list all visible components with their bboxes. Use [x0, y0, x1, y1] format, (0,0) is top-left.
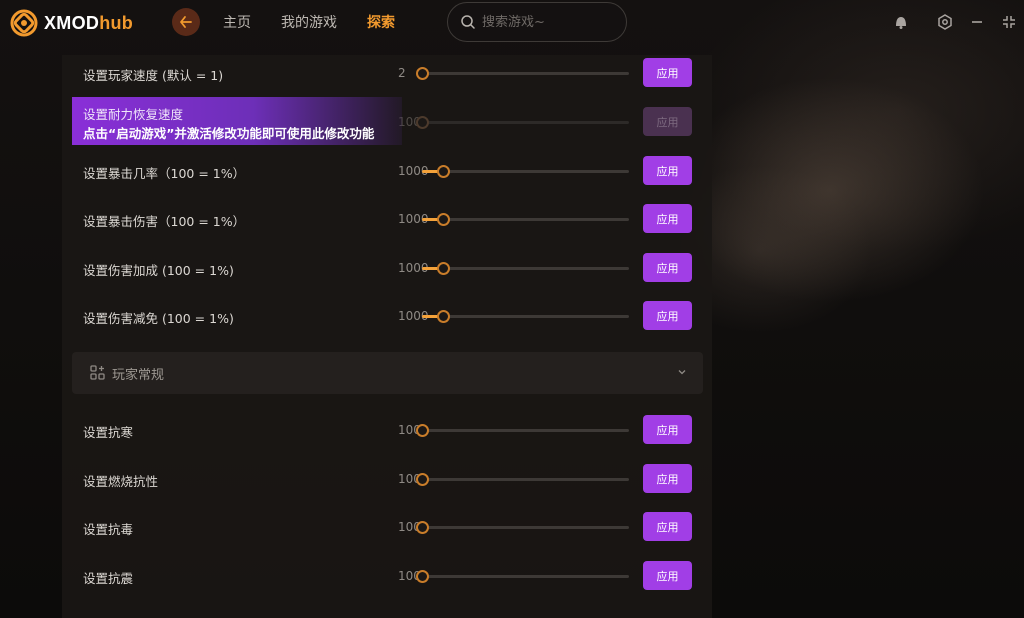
slider-thumb[interactable]	[416, 521, 429, 534]
xmodhub-logo-icon	[10, 9, 38, 37]
option-label: 设置抗震	[83, 571, 134, 586]
slider-thumb[interactable]	[416, 116, 429, 129]
nav-home[interactable]: 主页	[223, 12, 251, 32]
search-box[interactable]	[447, 2, 627, 42]
option-label: 设置玩家速度 (默认 = 1)	[83, 68, 224, 83]
top-bar: XMODhub 主页 我的游戏 探索	[0, 0, 1024, 50]
settings-hex-icon[interactable]	[937, 14, 953, 30]
option-row-crit-damage: 设置暴击伤害（100 = 1%） 1000 应用	[62, 201, 712, 245]
back-button[interactable]	[172, 8, 200, 36]
app-name: XMODhub	[44, 12, 134, 33]
option-value: 1000	[398, 212, 429, 226]
nav-explore[interactable]: 探索	[367, 12, 395, 32]
tooltip-message: 点击“启动游戏”并激活修改功能即可使用此修改功能	[83, 126, 375, 141]
apply-button[interactable]: 应用	[643, 156, 692, 185]
option-slider[interactable]	[422, 165, 629, 178]
apply-button[interactable]: 应用	[643, 512, 692, 541]
option-row-shock-resist: 设置抗震 100 应用	[62, 553, 712, 597]
option-row-burn-resist: 设置燃烧抗性 100 应用	[62, 456, 712, 500]
grid-plus-icon	[90, 365, 105, 380]
search-icon	[461, 15, 475, 29]
option-row-crit-chance: 设置暴击几率（100 = 1%） 1000 应用	[62, 153, 712, 197]
chevron-down-icon	[678, 370, 686, 375]
option-slider[interactable]	[416, 67, 629, 80]
apply-button[interactable]: 应用	[643, 301, 692, 330]
option-label: 设置暴击伤害（100 = 1%）	[83, 214, 246, 229]
slider-thumb[interactable]	[436, 165, 450, 178]
app-logo[interactable]: XMODhub	[10, 9, 133, 37]
slider-thumb[interactable]	[416, 424, 429, 437]
option-label: 设置暴击几率（100 = 1%）	[83, 166, 246, 181]
option-value: 1000	[398, 261, 429, 275]
option-row-poison-resist: 设置抗毒 100 应用	[62, 504, 712, 548]
section-header-player-general[interactable]: 玩家常规	[72, 352, 703, 394]
apply-button[interactable]: 应用	[643, 58, 692, 87]
option-label: 设置抗寒	[83, 425, 134, 440]
slider-thumb[interactable]	[416, 473, 429, 486]
apply-button[interactable]: 应用	[643, 464, 692, 493]
option-label: 设置伤害减免 (100 = 1%)	[83, 311, 234, 326]
slider-thumb[interactable]	[436, 310, 450, 323]
fullscreen-icon[interactable]	[1001, 14, 1017, 30]
option-label: 设置抗毒	[83, 522, 134, 537]
activation-hint-tooltip: 设置耐力恢复速度 点击“启动游戏”并激活修改功能即可使用此修改功能	[72, 97, 402, 145]
option-slider[interactable]	[422, 310, 629, 323]
slider-thumb[interactable]	[436, 213, 450, 226]
apply-button[interactable]: 应用	[643, 107, 692, 136]
option-slider[interactable]	[416, 116, 629, 129]
option-value: 1000	[398, 309, 429, 323]
apply-button[interactable]: 应用	[643, 253, 692, 282]
option-slider[interactable]	[416, 424, 629, 437]
back-arrow-icon	[180, 16, 192, 28]
option-slider[interactable]	[422, 262, 629, 275]
option-value: 1000	[398, 164, 429, 178]
minimize-icon[interactable]	[969, 14, 985, 30]
option-row-cold-resist: 设置抗寒 100 应用	[62, 407, 712, 451]
notification-bell-icon[interactable]	[893, 14, 909, 30]
tooltip-title: 设置耐力恢复速度	[83, 107, 184, 122]
apply-button[interactable]: 应用	[643, 415, 692, 444]
slider-thumb[interactable]	[436, 262, 450, 275]
option-slider[interactable]	[416, 473, 629, 486]
slider-thumb[interactable]	[416, 67, 429, 80]
option-slider[interactable]	[416, 521, 629, 534]
apply-button[interactable]: 应用	[643, 204, 692, 233]
section-title: 玩家常规	[112, 368, 165, 383]
option-slider[interactable]	[422, 213, 629, 226]
slider-thumb[interactable]	[416, 570, 429, 583]
option-row-damage-reduction: 设置伤害减免 (100 = 1%) 1000 应用	[62, 298, 712, 342]
option-row-damage-bonus: 设置伤害加成 (100 = 1%) 1000 应用	[62, 250, 712, 294]
apply-button[interactable]: 应用	[643, 561, 692, 590]
search-input[interactable]	[480, 13, 614, 31]
nav-my-games[interactable]: 我的游戏	[281, 12, 337, 32]
option-label: 设置伤害加成 (100 = 1%)	[83, 263, 234, 278]
option-label: 设置燃烧抗性	[83, 474, 159, 489]
option-slider[interactable]	[416, 570, 629, 583]
option-row-player-speed: 设置玩家速度 (默认 = 1) 2 应用	[62, 55, 712, 99]
